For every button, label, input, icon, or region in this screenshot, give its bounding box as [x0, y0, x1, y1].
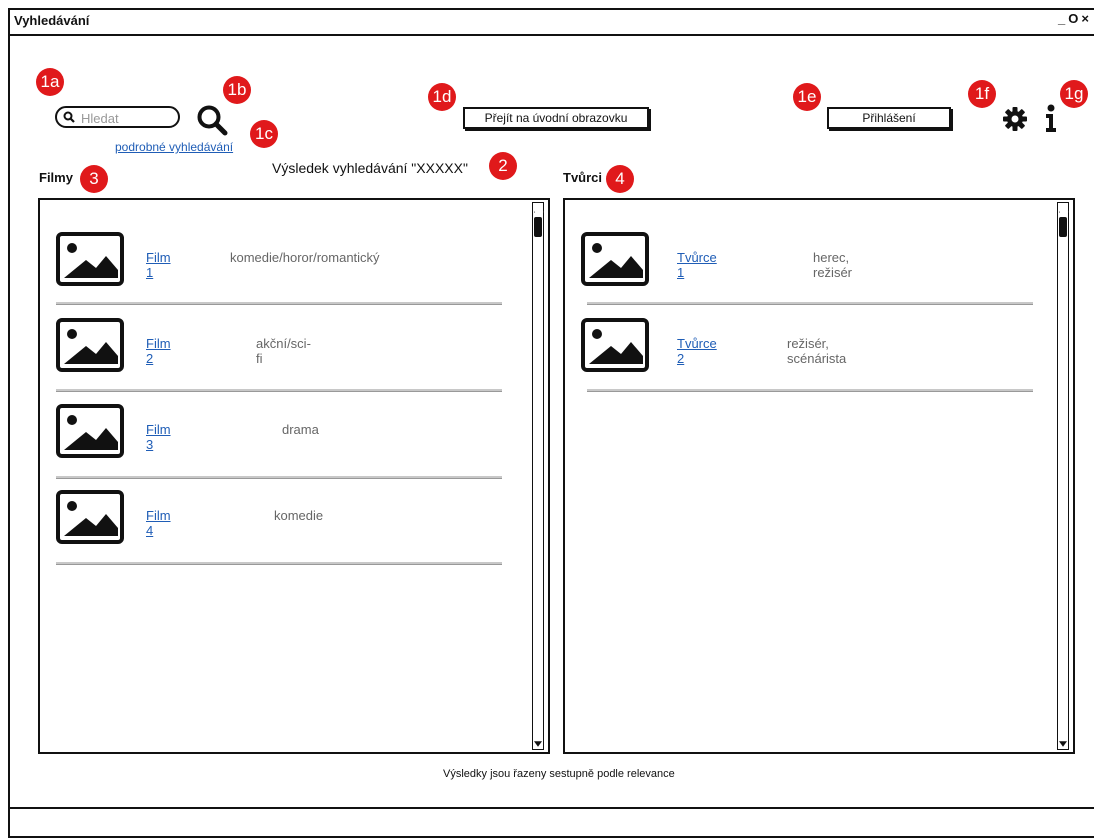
image-placeholder-icon: [56, 490, 124, 544]
makers-label: Tvůrci: [563, 170, 603, 185]
bottom-divider: [8, 807, 1094, 809]
scroll-down-arrow-icon[interactable]: [1059, 741, 1067, 747]
marker-3: 3: [80, 165, 108, 193]
image-placeholder-icon: [56, 232, 124, 286]
minimize-button[interactable]: _: [1058, 11, 1066, 26]
scroll-thumb[interactable]: [534, 217, 542, 237]
title-bar: Vyhledávání _ O ×: [10, 10, 1094, 36]
makers-scrollbar[interactable]: [1057, 202, 1069, 750]
window-controls: _ O ×: [1056, 11, 1090, 26]
films-panel: Film 1 komedie/horor/romantický Film 2 a…: [38, 198, 550, 754]
marker-1d: 1d: [428, 83, 456, 111]
marker-1b: 1b: [223, 76, 251, 104]
marker-1e: 1e: [793, 83, 821, 111]
search-button-icon[interactable]: [196, 104, 228, 136]
marker-1f: 1f: [968, 80, 996, 108]
image-placeholder-icon: [581, 232, 649, 286]
film-genre: akční/sci-fi: [256, 336, 311, 366]
marker-1a: 1a: [36, 68, 64, 96]
scroll-up-arrow-icon[interactable]: [1059, 205, 1069, 213]
window-title: Vyhledávání: [14, 13, 90, 28]
gear-icon[interactable]: [1002, 106, 1028, 132]
film-link[interactable]: Film 4: [146, 508, 171, 538]
scroll-down-arrow-icon[interactable]: [534, 741, 542, 747]
search-field[interactable]: [55, 106, 180, 128]
maker-link[interactable]: Tvůrce 2: [677, 336, 717, 366]
search-icon: [63, 111, 75, 123]
maximize-button[interactable]: O: [1068, 11, 1079, 26]
scroll-thumb[interactable]: [1059, 217, 1067, 237]
film-link[interactable]: Film 2: [146, 336, 171, 366]
home-screen-button[interactable]: Přejít na úvodní obrazovku: [463, 107, 649, 129]
divider: [56, 562, 502, 565]
marker-2: 2: [489, 152, 517, 180]
divider: [56, 389, 502, 392]
makers-panel: Tvůrce 1 herec, režisér Tvůrce 2 režisér…: [563, 198, 1075, 754]
search-input[interactable]: [79, 109, 173, 127]
advanced-search-link[interactable]: podrobné vyhledávání: [115, 140, 233, 154]
scroll-up-arrow-icon[interactable]: [534, 205, 544, 213]
close-button[interactable]: ×: [1081, 11, 1090, 26]
film-link[interactable]: Film 1: [146, 250, 171, 280]
marker-1g: 1g: [1060, 80, 1088, 108]
login-button[interactable]: Přihlášení: [827, 107, 951, 129]
divider: [56, 302, 502, 305]
sort-note: Výsledky jsou řazeny sestupně podle rele…: [443, 768, 675, 780]
divider: [56, 476, 502, 479]
film-genre: komedie/horor/romantický: [230, 250, 380, 265]
result-title: Výsledek vyhledávání "XXXXX": [272, 160, 468, 176]
maker-role: herec, režisér: [813, 250, 853, 280]
divider: [587, 302, 1033, 305]
film-genre: komedie: [274, 508, 324, 523]
maker-role: režisér, scénárista: [787, 336, 847, 366]
divider: [587, 389, 1033, 392]
film-link[interactable]: Film 3: [146, 422, 171, 452]
film-genre: drama: [282, 422, 319, 437]
image-placeholder-icon: [56, 404, 124, 458]
image-placeholder-icon: [56, 318, 124, 372]
films-label: Filmy: [39, 170, 73, 185]
image-placeholder-icon: [581, 318, 649, 372]
films-scrollbar[interactable]: [532, 202, 544, 750]
maker-link[interactable]: Tvůrce 1: [677, 250, 717, 280]
marker-4: 4: [606, 165, 634, 193]
info-icon[interactable]: [1043, 103, 1059, 133]
marker-1c: 1c: [250, 120, 278, 148]
